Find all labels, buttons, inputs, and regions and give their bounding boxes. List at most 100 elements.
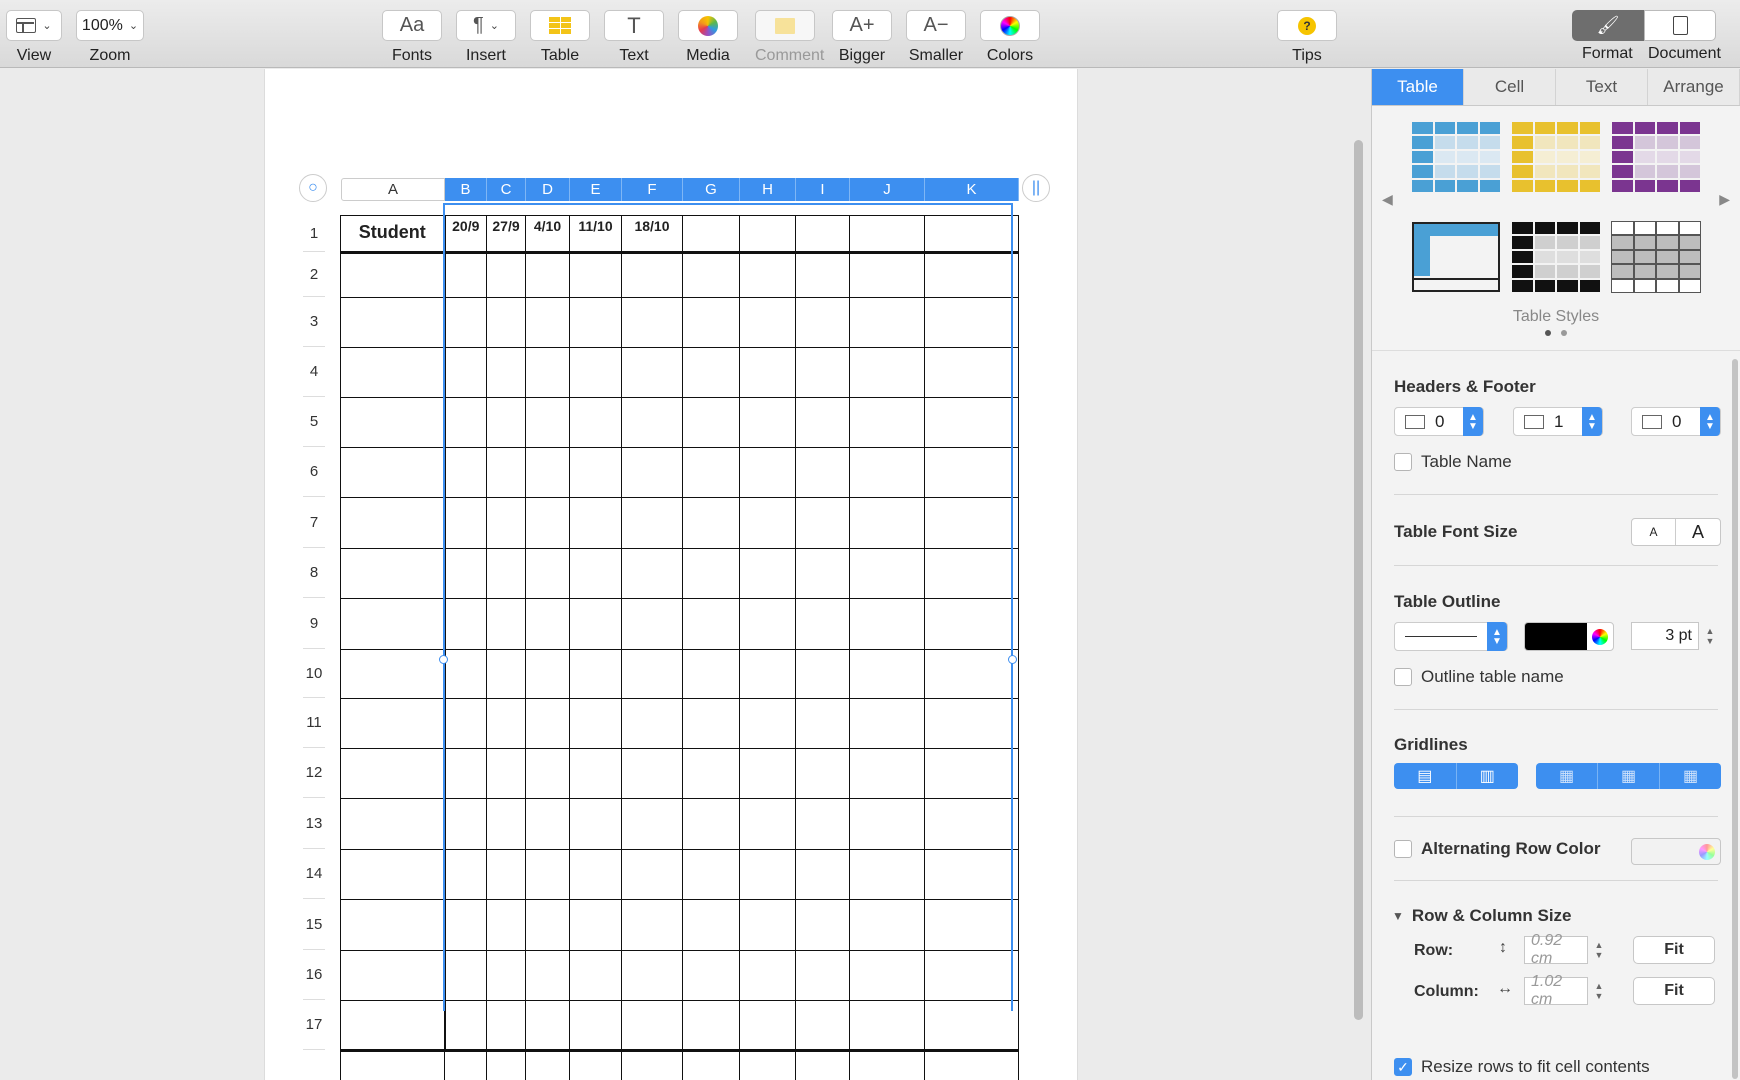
table-cell[interactable] [444, 899, 487, 951]
table-cell[interactable] [682, 950, 740, 1001]
tab-text[interactable]: Text [1556, 69, 1648, 105]
vertical-scrollbar[interactable] [1354, 140, 1363, 1020]
table-cell[interactable]: 27/9 [486, 215, 526, 254]
stepper-arrows-icon[interactable]: ▲ ▼ [1582, 407, 1602, 436]
table-cell[interactable] [739, 347, 796, 398]
table-cell[interactable] [621, 649, 683, 699]
table-cell[interactable] [849, 347, 925, 398]
table-cell[interactable] [621, 297, 683, 348]
table-cell[interactable] [924, 252, 1019, 298]
table-cell[interactable] [682, 252, 740, 298]
table-cell[interactable] [849, 950, 925, 1001]
attendance-table[interactable]: Student 20/9 27/9 4/10 11/10 18/10 [340, 215, 1019, 1080]
table-cell[interactable]: 11/10 [569, 215, 622, 254]
table-cell[interactable] [569, 899, 622, 951]
table-cell[interactable] [525, 798, 570, 850]
table-cell[interactable] [924, 698, 1019, 749]
table-cell[interactable] [739, 698, 796, 749]
table-cell[interactable] [621, 1049, 683, 1080]
table-cell[interactable] [486, 899, 526, 951]
sidebar-scrollbar[interactable] [1732, 359, 1738, 1079]
column-header-b[interactable]: B [445, 178, 487, 201]
table-cell[interactable] [739, 798, 796, 850]
decrease-font-button[interactable]: A [1632, 519, 1676, 545]
table-cell[interactable] [486, 1000, 526, 1051]
table-cell[interactable] [682, 798, 740, 850]
table-cell[interactable] [849, 698, 925, 749]
table-cell[interactable] [621, 798, 683, 850]
table-cell[interactable] [849, 397, 925, 448]
zoom-control[interactable]: 100% ⌄ Zoom [76, 10, 144, 65]
table-cell[interactable] [795, 1000, 850, 1051]
table-cell[interactable] [340, 1049, 445, 1080]
row-fit-button[interactable]: Fit [1633, 936, 1715, 964]
table-cell[interactable] [621, 497, 683, 549]
table-cell[interactable] [569, 950, 622, 1001]
table-cell[interactable] [795, 297, 850, 348]
table-cell[interactable] [682, 548, 740, 599]
smaller-button[interactable]: A− Smaller [906, 10, 966, 65]
table-cell[interactable] [795, 849, 850, 900]
table-cell[interactable] [569, 1000, 622, 1051]
row-header-11[interactable]: 11 [303, 698, 325, 748]
table-cell[interactable] [924, 1000, 1019, 1051]
table-cell[interactable] [444, 1000, 487, 1051]
alternating-row-color-checkbox[interactable]: Alternating Row Color [1394, 839, 1600, 859]
table-cell[interactable] [849, 447, 925, 498]
table-cell[interactable] [340, 849, 446, 900]
table-cell[interactable] [849, 297, 925, 348]
table-cell[interactable] [795, 497, 850, 549]
table-cell[interactable] [739, 649, 796, 699]
table-cell[interactable] [525, 598, 570, 650]
table-style-outline-blue[interactable] [1412, 222, 1500, 292]
stepper-arrows-icon[interactable]: ▲ ▼ [1487, 622, 1507, 651]
table-cell[interactable] [340, 497, 446, 549]
table-cell[interactable] [849, 798, 925, 850]
table-cell[interactable] [924, 1049, 1019, 1080]
table-cell[interactable] [444, 748, 487, 799]
table-cell[interactable] [924, 950, 1019, 1001]
table-cell[interactable] [444, 798, 487, 850]
table-cell[interactable] [682, 215, 740, 254]
table-cell[interactable] [569, 649, 622, 699]
row-header-17[interactable]: 17 [303, 1000, 325, 1050]
table-cell[interactable] [444, 698, 487, 749]
header-columns-stepper[interactable]: 1 ▲ ▼ [1513, 407, 1603, 436]
text-button[interactable]: T Text [604, 10, 664, 65]
table-cell[interactable]: 4/10 [525, 215, 570, 254]
table-cell[interactable] [849, 1000, 925, 1051]
column-header-g[interactable]: G [683, 178, 740, 201]
outline-table-name-checkbox[interactable]: Outline table name [1394, 667, 1564, 687]
table-cell[interactable] [444, 849, 487, 900]
table-cell[interactable] [739, 297, 796, 348]
table-style-gray[interactable] [1611, 220, 1701, 294]
table-cell[interactable] [444, 649, 487, 699]
table-style-purple[interactable] [1612, 122, 1700, 192]
table-cell[interactable] [569, 698, 622, 749]
table-cell[interactable] [486, 798, 526, 850]
table-cell[interactable] [525, 297, 570, 348]
tab-table[interactable]: Table [1372, 69, 1464, 105]
table-cell[interactable] [525, 1000, 570, 1051]
tips-button[interactable]: ? Tips [1277, 10, 1337, 65]
table-cell[interactable] [525, 649, 570, 699]
document-button[interactable] [1644, 10, 1716, 41]
table-cell[interactable] [795, 748, 850, 799]
table-cell[interactable] [340, 748, 446, 799]
table-cell[interactable] [340, 252, 446, 298]
table-cell[interactable] [739, 950, 796, 1001]
row-header-15[interactable]: 15 [303, 899, 325, 950]
table-cell[interactable] [486, 598, 526, 650]
table-cell[interactable] [795, 215, 850, 254]
column-fit-button[interactable]: Fit [1633, 977, 1715, 1005]
table-cell[interactable] [739, 252, 796, 298]
table-cell[interactable] [621, 397, 683, 448]
table-cell[interactable] [849, 649, 925, 699]
chevron-right-icon[interactable]: ▶ [1719, 191, 1730, 208]
table-cell[interactable] [486, 748, 526, 799]
footer-rows-stepper[interactable]: 0 ▲ ▼ [1631, 407, 1721, 436]
table-cell[interactable] [340, 950, 446, 1001]
table-cell[interactable] [682, 1000, 740, 1051]
table-cell[interactable] [795, 649, 850, 699]
table-cell[interactable] [739, 397, 796, 448]
